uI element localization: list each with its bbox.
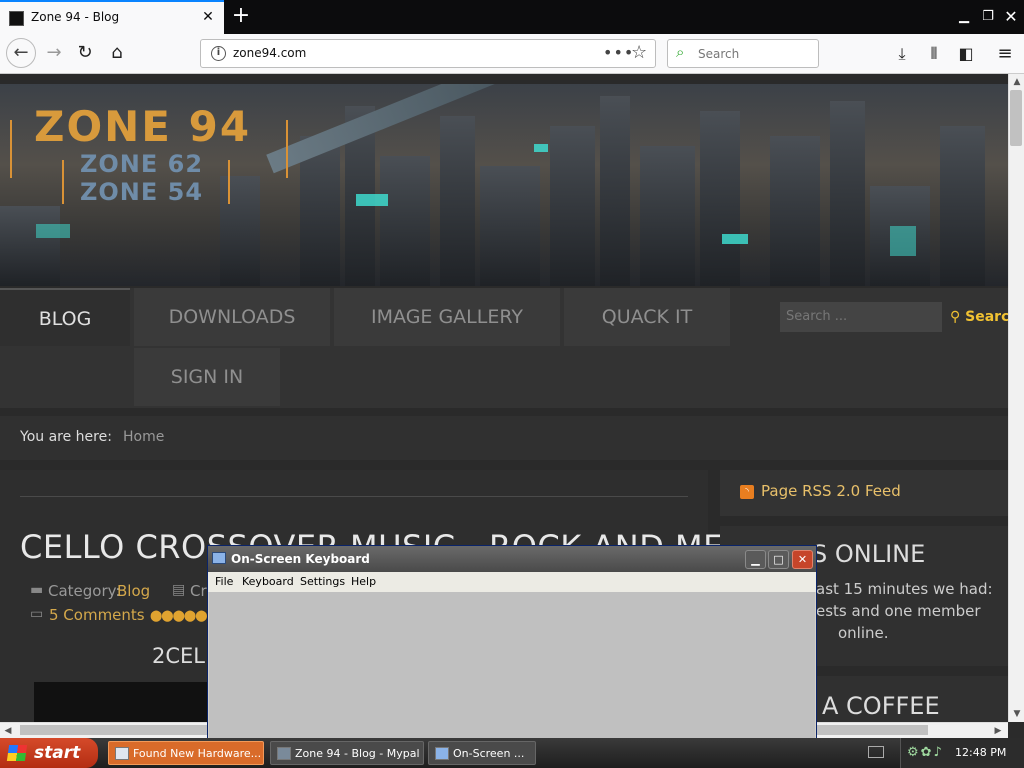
menu-keyboard[interactable]: Keyboard	[242, 575, 294, 588]
on-screen-keyboard-window: On-Screen Keyboard ▁ □ ✕ File Keyboard S…	[207, 545, 817, 739]
category-link[interactable]: Blog	[117, 582, 150, 600]
taskbar-item-label: On-Screen ...	[453, 747, 525, 760]
site-search-button[interactable]: ⚲ Search	[944, 302, 1008, 332]
site-banner: ZONE 94 ZONE 62 ZONE 54	[0, 84, 1008, 286]
nav-downloads[interactable]: DOWNLOADS	[134, 288, 330, 346]
site-search-input[interactable]: Search ...	[780, 302, 942, 332]
tray-status-icon[interactable]: ⚙✿♪	[907, 745, 944, 760]
whos-online-text: online.	[838, 624, 889, 642]
comments-link[interactable]: 5 Comments	[49, 606, 145, 624]
browser-search-box[interactable]: ⌕ Search	[667, 39, 819, 68]
reload-button[interactable]: ↻	[71, 39, 99, 67]
hamburger-menu-icon[interactable]: ≡	[992, 41, 1018, 67]
site-search-button-label: Search	[965, 309, 1008, 325]
taskbar-item-browser[interactable]: Zone 94 - Blog - Mypal	[270, 741, 424, 765]
navigation-toolbar: ← → ↻ ⌂ i zone94.com ••• ☆ ⌕ Search ⤓ ⫴ …	[0, 34, 1024, 74]
breadcrumb-home: Home	[123, 429, 165, 445]
home-button[interactable]: ⌂	[103, 39, 131, 67]
window-icon	[115, 747, 129, 760]
site-info-icon[interactable]: i	[211, 46, 226, 61]
folder-icon: ▬	[30, 582, 44, 598]
library-icon[interactable]: ⫴	[921, 41, 947, 67]
osk-close-button[interactable]: ✕	[792, 550, 813, 569]
close-tab-icon[interactable]: ✕	[198, 7, 218, 27]
vertical-scroll-thumb[interactable]	[1010, 90, 1022, 146]
keyboard-tray-icon[interactable]	[868, 746, 884, 758]
coffee-title: A COFFEE	[822, 692, 940, 720]
keyboard-icon	[212, 552, 226, 564]
whos-online-title: S ONLINE	[812, 540, 926, 568]
vertical-scrollbar[interactable]: ▲ ▼	[1008, 74, 1024, 722]
taskbar-item-label: Zone 94 - Blog - Mypal	[295, 747, 420, 760]
new-tab-button[interactable]: +	[228, 4, 254, 30]
rss-icon[interactable]: ◝	[740, 485, 754, 499]
search-icon: ⚲	[950, 309, 966, 325]
restore-window-button[interactable]: ❐	[977, 6, 999, 28]
osk-title: On-Screen Keyboard	[231, 552, 370, 566]
address-bar[interactable]: i zone94.com ••• ☆	[200, 39, 656, 68]
comments-icon: ▭	[30, 606, 44, 622]
forward-button[interactable]: →	[40, 39, 68, 67]
rating-stars[interactable]: ⬤⬤⬤⬤⬤	[150, 609, 208, 622]
logo-subtitle-1: ZONE 62	[80, 150, 204, 178]
logo-subtitle-2: ZONE 54	[80, 178, 204, 206]
scroll-left-icon[interactable]: ◀	[0, 723, 16, 739]
osk-titlebar[interactable]: On-Screen Keyboard ▁ □ ✕	[208, 546, 816, 572]
nav-quack-it[interactable]: QUACK IT	[564, 288, 730, 346]
calendar-icon: ▤	[172, 582, 186, 598]
clock[interactable]: 12:48 PM	[955, 746, 1006, 759]
nav-sign-in[interactable]: SIGN IN	[134, 348, 280, 406]
osk-menubar: File Keyboard Settings Help	[208, 572, 816, 592]
tab-title: Zone 94 - Blog	[31, 10, 120, 24]
menu-file[interactable]: File	[215, 575, 233, 588]
page-actions-icon[interactable]: •••	[603, 43, 634, 62]
osk-maximize-button[interactable]: □	[768, 550, 789, 569]
bookmark-star-icon[interactable]: ☆	[631, 42, 647, 63]
start-label: start	[34, 743, 81, 763]
downloads-icon[interactable]: ⤓	[889, 41, 915, 67]
taskbar-item-label: Found New Hardware...	[133, 747, 262, 760]
system-tray: ⚙✿♪ 12:48 PM	[900, 738, 1024, 768]
breadcrumb: You are here: Home	[0, 416, 1008, 460]
scroll-up-icon[interactable]: ▲	[1009, 74, 1024, 90]
favicon-icon	[9, 11, 24, 26]
tab-zone94[interactable]: Zone 94 - Blog ✕	[0, 0, 224, 34]
osk-keyboard-area[interactable]	[209, 592, 815, 738]
site-logo[interactable]: ZONE 94	[34, 102, 251, 151]
keyboard-icon	[435, 747, 449, 760]
menu-help[interactable]: Help	[351, 575, 376, 588]
close-window-button[interactable]: ✕	[1000, 6, 1022, 28]
breadcrumb-label: You are here:	[20, 429, 112, 445]
article-image[interactable]	[34, 682, 214, 722]
taskbar-item-osk[interactable]: On-Screen ...	[428, 741, 536, 765]
url-text[interactable]: zone94.com	[233, 46, 306, 60]
osk-minimize-button[interactable]: ▁	[745, 550, 766, 569]
scroll-down-icon[interactable]: ▼	[1009, 706, 1024, 722]
category-label: Category:	[48, 582, 121, 600]
taskbar: start Found New Hardware... Zone 94 - Bl…	[0, 738, 1024, 768]
back-button[interactable]: ←	[6, 38, 36, 68]
site-main-nav: BLOG DOWNLOADS IMAGE GALLERY QUACK IT SI…	[0, 288, 1008, 408]
tab-strip: Zone 94 - Blog ✕ + ▁ ❐ ✕	[0, 0, 1024, 34]
created-label: Cr	[190, 582, 207, 600]
windows-logo-icon	[6, 745, 28, 761]
scroll-right-icon[interactable]: ▶	[990, 723, 1006, 739]
search-icon: ⌕	[676, 43, 685, 61]
divider	[20, 496, 688, 497]
start-button[interactable]: start	[0, 738, 98, 768]
rss-widget: ◝ Page RSS 2.0 Feed	[720, 470, 1008, 516]
nav-image-gallery[interactable]: IMAGE GALLERY	[334, 288, 560, 346]
sidebar-toggle-icon[interactable]: ◧	[953, 41, 979, 67]
rss-link[interactable]: Page RSS 2.0 Feed	[761, 482, 901, 500]
browser-icon	[277, 747, 291, 760]
nav-blog[interactable]: BLOG	[0, 288, 130, 346]
whos-online-text: ests and one member	[816, 602, 981, 620]
whos-online-text: ast 15 minutes we had:	[816, 580, 993, 598]
search-placeholder: Search	[698, 47, 740, 61]
menu-settings[interactable]: Settings	[300, 575, 345, 588]
taskbar-item-new-hardware[interactable]: Found New Hardware...	[108, 741, 264, 765]
minimize-window-button[interactable]: ▁	[953, 6, 975, 28]
